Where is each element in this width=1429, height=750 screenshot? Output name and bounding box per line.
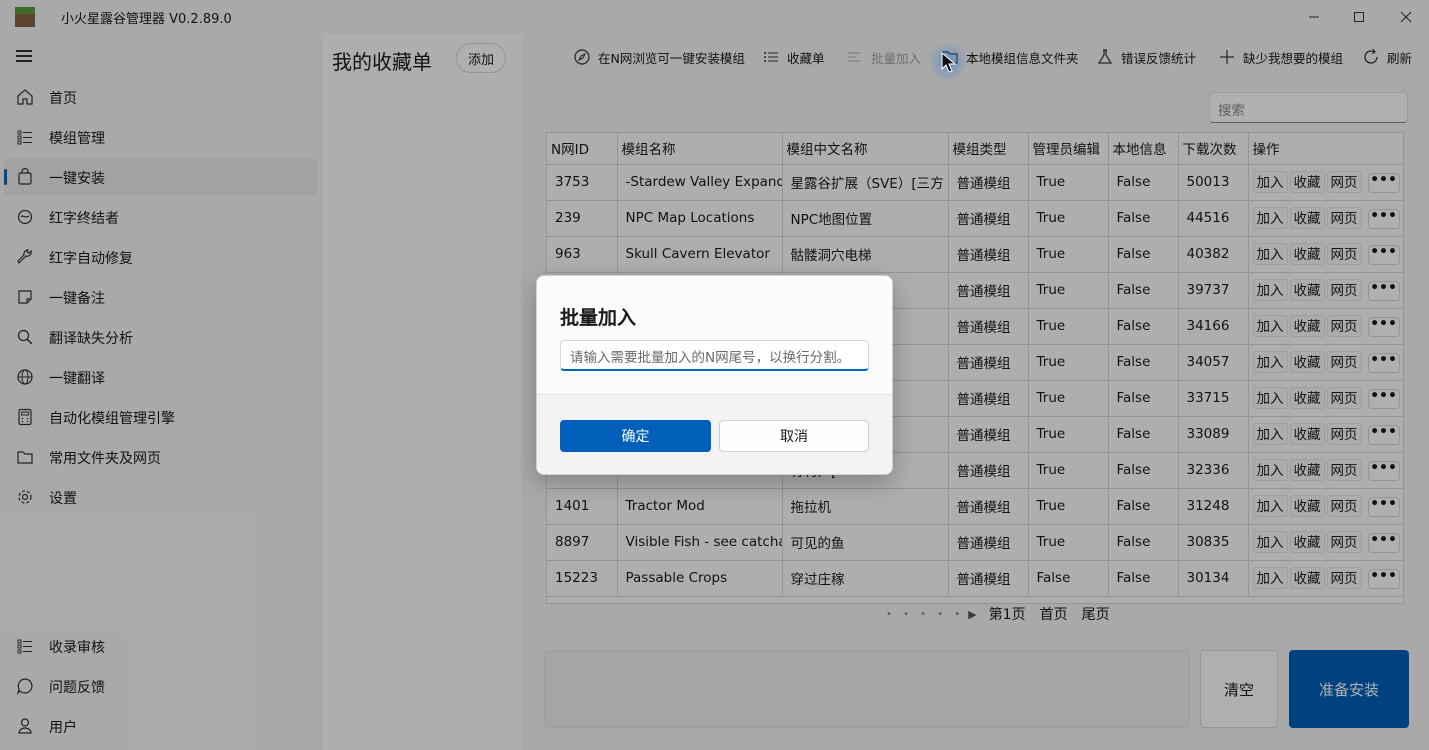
cancel-button[interactable]: 取消 bbox=[719, 420, 869, 452]
confirm-button[interactable]: 确定 bbox=[560, 420, 711, 452]
batch-add-dialog: 批量加入 请输入需要批量加入的N网尾号，以换行分割。 确定 取消 bbox=[536, 275, 893, 475]
mouse-cursor-icon bbox=[941, 52, 957, 73]
dialog-footer: 确定 取消 bbox=[537, 394, 892, 474]
dialog-title: 批量加入 bbox=[560, 307, 637, 329]
batch-id-input[interactable]: 请输入需要批量加入的N网尾号，以换行分割。 bbox=[560, 340, 869, 371]
